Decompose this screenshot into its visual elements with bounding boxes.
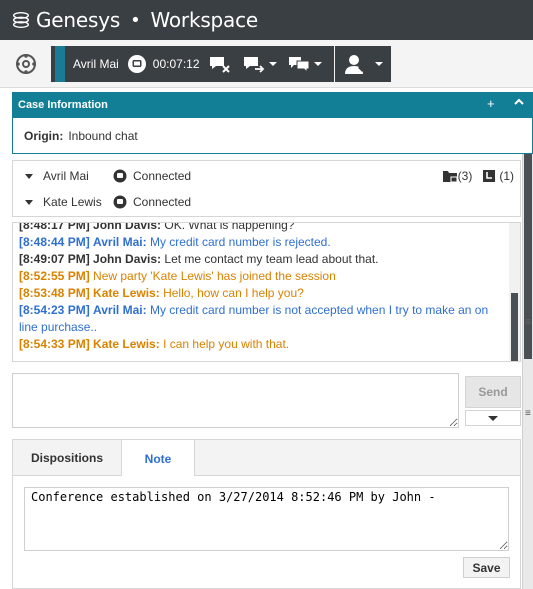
interaction-tabs: Dispositions Note Conference established… [12, 439, 521, 589]
product-name: Workspace [150, 8, 259, 32]
interaction-counts: (3) (1) [436, 169, 514, 183]
chevron-down-icon [268, 62, 277, 66]
folder-icon [442, 171, 458, 183]
chevron-down-icon [375, 62, 383, 66]
title-bar: Genesys • Workspace [0, 0, 533, 40]
transcript-scrollbar-thumb[interactable] [511, 293, 518, 361]
case-information-body: Origin: Inbound chat [12, 118, 533, 154]
case-information-header[interactable]: Case Information + [12, 92, 533, 118]
end-chat-icon [209, 57, 230, 73]
gear-icon[interactable] [14, 52, 38, 76]
collapse-icon[interactable] [513, 96, 525, 111]
add-case-data-icon[interactable]: + [487, 96, 495, 111]
transfer-chat-button[interactable] [242, 54, 277, 74]
interaction-timer: 00:07:12 [152, 57, 200, 71]
chevron-down-icon [488, 415, 498, 421]
contact-name[interactable]: Avril Mai [73, 57, 119, 71]
party-row[interactable]: Kate Lewis Connected [13, 190, 191, 214]
agent-status-icon [345, 55, 368, 74]
agent-status-button[interactable] [335, 46, 391, 82]
chat-message: [8:48:17 PM] John Davis: OK. What is hap… [19, 222, 295, 232]
case-count-label: (3) [457, 169, 473, 183]
brand-separator: • [130, 9, 141, 31]
chat-transcript: [8:48:17 PM] John Davis: OK. What is hap… [12, 222, 521, 362]
panel-scrollbar-thumb[interactable] [524, 154, 532, 359]
chevron-down-icon[interactable] [25, 173, 33, 179]
case-information-title: Case Information [18, 99, 108, 111]
party-status: Connected [133, 195, 192, 209]
party-name: Kate Lewis [43, 195, 102, 209]
system-message: [8:52:55 PM] New party 'Kate Lewis' has … [19, 269, 336, 283]
chevron-down-icon[interactable] [25, 199, 33, 205]
chat-message: [8:49:07 PM] John Davis: Let me contact … [19, 252, 379, 266]
history-icon [483, 170, 496, 182]
send-button[interactable]: Send [465, 376, 521, 408]
transfer-chat-icon [243, 57, 264, 73]
brand: Genesys • Workspace [10, 8, 258, 32]
party-name: Avril Mai [43, 169, 89, 183]
panel-scrollbar[interactable]: ≡ ≡ [522, 154, 533, 589]
note-panel: Conference established on 3/27/2014 8:52… [13, 476, 520, 588]
end-chat-button[interactable] [208, 54, 232, 74]
conference-chat-icon [288, 57, 310, 74]
party-status: Connected [133, 169, 192, 183]
history-count-label: (1) [499, 169, 514, 183]
chat-message: [8:54:23 PM] Avril Mai: My credit card n… [19, 303, 489, 334]
interaction-bar: Avril Mai 00:07:12 [51, 46, 334, 82]
chevron-down-icon [313, 62, 322, 66]
origin-label: Origin: [24, 128, 64, 143]
note-text-area[interactable]: Conference established on 3/27/2014 8:52… [24, 487, 509, 551]
transcript-scrollbar[interactable] [509, 223, 520, 361]
interaction-accent [51, 46, 65, 82]
save-note-button[interactable]: Save [463, 557, 510, 578]
genesys-logo-icon [12, 11, 30, 29]
message-list: [8:48:17 PM] John Davis: OK. What is hap… [19, 222, 507, 353]
chat-status-icon [113, 195, 127, 209]
origin-value: Inbound chat [68, 128, 138, 143]
chat-status-icon [113, 169, 127, 183]
chat-message: [8:53:48 PM] Kate Lewis: Hello, how can … [19, 286, 304, 300]
chat-message-input[interactable] [12, 373, 459, 428]
chat-message: [8:48:44 PM] Avril Mai: My credit card n… [19, 235, 331, 249]
main-toolbar: Avril Mai 00:07:12 [0, 40, 533, 88]
brand-name: Genesys [36, 8, 121, 32]
chat-bubble-icon [127, 54, 147, 74]
send-options-button[interactable] [465, 410, 521, 426]
party-row[interactable]: Avril Mai Connected [13, 164, 191, 188]
tab-dispositions[interactable]: Dispositions [13, 440, 121, 476]
case-count[interactable]: (3) [442, 169, 473, 183]
resize-grip-icon[interactable]: ≡ [525, 318, 531, 328]
party-list: Avril Mai Connected Kate Lewis Connected… [12, 160, 521, 217]
chat-message: [8:54:33 PM] Kate Lewis: I can help you … [19, 336, 290, 351]
resize-grip-icon[interactable]: ≡ [525, 409, 531, 419]
tab-bar: Dispositions Note [13, 440, 520, 477]
history-count[interactable]: (1) [482, 169, 514, 183]
tab-note[interactable]: Note [121, 440, 195, 477]
conference-chat-button[interactable] [287, 54, 322, 74]
